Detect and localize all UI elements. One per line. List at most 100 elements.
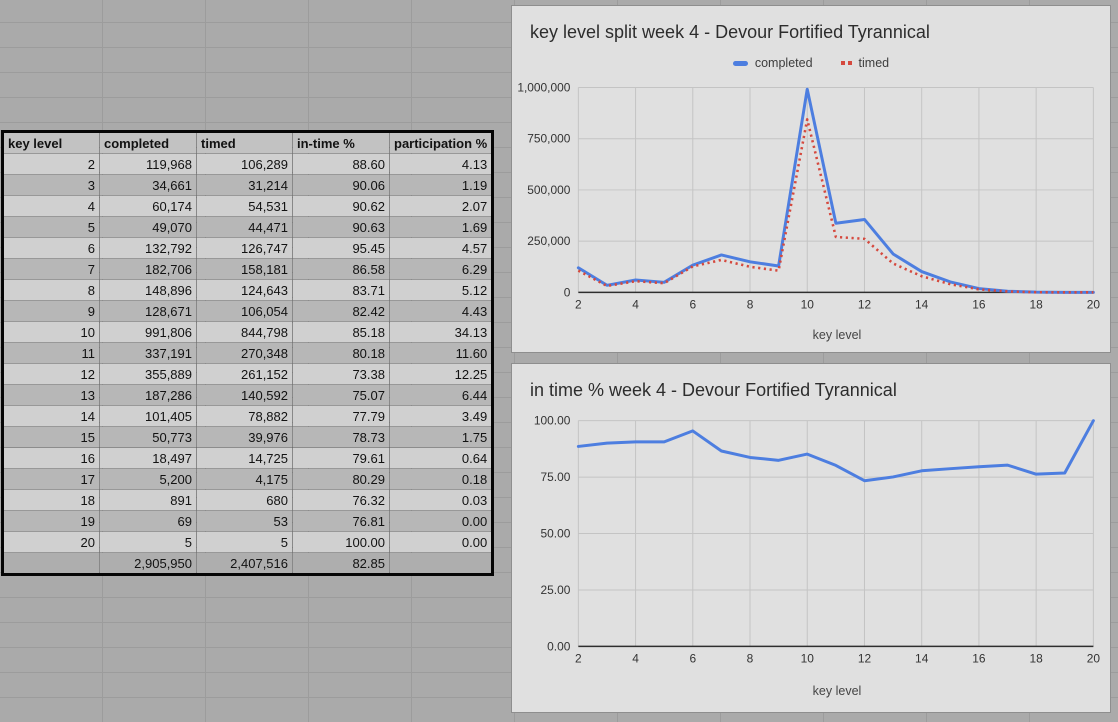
table-cell[interactable]: 11.60 — [389, 342, 493, 364]
table-cell[interactable] — [389, 552, 493, 575]
table-cell[interactable]: 86.58 — [292, 258, 390, 280]
table-cell[interactable]: 16 — [2, 447, 100, 469]
table-cell[interactable]: 76.32 — [292, 489, 390, 511]
table-cell[interactable]: 6.29 — [389, 258, 493, 280]
table-cell[interactable]: 54,531 — [196, 195, 293, 217]
table-cell[interactable]: 5 — [196, 531, 293, 553]
table-cell[interactable]: 4.57 — [389, 237, 493, 259]
table-cell[interactable]: 39,976 — [196, 426, 293, 448]
table-cell[interactable]: 100.00 — [292, 531, 390, 553]
table-cell[interactable]: 0.00 — [389, 510, 493, 532]
table-cell[interactable]: 6.44 — [389, 384, 493, 406]
table-cell[interactable]: 3.49 — [389, 405, 493, 427]
table-cell[interactable]: 2.07 — [389, 195, 493, 217]
table-cell[interactable]: 14 — [2, 405, 100, 427]
table-cell[interactable]: 5,200 — [99, 468, 197, 490]
table-cell[interactable]: 2,905,950 — [99, 552, 197, 575]
table-cell[interactable]: 3 — [2, 174, 100, 196]
table-cell[interactable]: 4 — [2, 195, 100, 217]
table-cell[interactable]: 18,497 — [99, 447, 197, 469]
table-cell[interactable]: 77.79 — [292, 405, 390, 427]
column-header[interactable]: timed — [196, 131, 293, 154]
table-cell[interactable]: 9 — [2, 300, 100, 322]
table-cell[interactable]: 34.13 — [389, 321, 493, 343]
table-cell[interactable]: 5 — [99, 531, 197, 553]
table-cell[interactable]: 82.85 — [292, 552, 390, 575]
table-cell[interactable]: 270,348 — [196, 342, 293, 364]
table-cell[interactable]: 10 — [2, 321, 100, 343]
table-cell[interactable]: 73.38 — [292, 363, 390, 385]
table-cell[interactable]: 1.75 — [389, 426, 493, 448]
table-cell[interactable]: 14,725 — [196, 447, 293, 469]
table-cell[interactable]: 8 — [2, 279, 100, 301]
table-cell[interactable]: 844,798 — [196, 321, 293, 343]
table-cell[interactable]: 124,643 — [196, 279, 293, 301]
table-cell[interactable]: 19 — [2, 510, 100, 532]
table-cell[interactable]: 1.19 — [389, 174, 493, 196]
table-cell[interactable]: 0.03 — [389, 489, 493, 511]
table-cell[interactable]: 891 — [99, 489, 197, 511]
table-cell[interactable]: 337,191 — [99, 342, 197, 364]
table-cell[interactable]: 126,747 — [196, 237, 293, 259]
table-cell[interactable]: 119,968 — [99, 153, 197, 175]
table-cell[interactable]: 80.18 — [292, 342, 390, 364]
table-cell[interactable]: 158,181 — [196, 258, 293, 280]
table-cell[interactable]: 106,289 — [196, 153, 293, 175]
table-cell[interactable]: 4,175 — [196, 468, 293, 490]
table-cell[interactable]: 101,405 — [99, 405, 197, 427]
table-cell[interactable]: 49,070 — [99, 216, 197, 238]
table-cell[interactable]: 18 — [2, 489, 100, 511]
table-cell[interactable]: 85.18 — [292, 321, 390, 343]
table-cell[interactable]: 4.13 — [389, 153, 493, 175]
table-cell[interactable]: 680 — [196, 489, 293, 511]
table-cell[interactable]: 0.64 — [389, 447, 493, 469]
table-cell[interactable]: 78.73 — [292, 426, 390, 448]
table-cell[interactable]: 5 — [2, 216, 100, 238]
table-cell[interactable]: 34,661 — [99, 174, 197, 196]
column-header[interactable]: in-time % — [292, 131, 390, 154]
table-cell[interactable]: 13 — [2, 384, 100, 406]
table-cell[interactable]: 88.60 — [292, 153, 390, 175]
table-cell[interactable] — [2, 552, 100, 575]
table-cell[interactable]: 90.06 — [292, 174, 390, 196]
chart-in-time-pct[interactable]: 2 4 6 8 10 12 14 16 18 20 0.00 25.00 50.00 75.00 100.0… — [511, 363, 1111, 713]
table-cell[interactable]: 82.42 — [292, 300, 390, 322]
table-cell[interactable]: 148,896 — [99, 279, 197, 301]
table-cell[interactable]: 261,152 — [196, 363, 293, 385]
table-cell[interactable]: 182,706 — [99, 258, 197, 280]
table-cell[interactable]: 50,773 — [99, 426, 197, 448]
table-cell[interactable]: 60,174 — [99, 195, 197, 217]
table-cell[interactable]: 80.29 — [292, 468, 390, 490]
table-cell[interactable]: 106,054 — [196, 300, 293, 322]
table-cell[interactable]: 95.45 — [292, 237, 390, 259]
table-cell[interactable]: 90.62 — [292, 195, 390, 217]
table-cell[interactable]: 90.63 — [292, 216, 390, 238]
table-cell[interactable]: 53 — [196, 510, 293, 532]
table-cell[interactable]: 187,286 — [99, 384, 197, 406]
table-cell[interactable]: 0.00 — [389, 531, 493, 553]
table-cell[interactable]: 17 — [2, 468, 100, 490]
table-cell[interactable]: 11 — [2, 342, 100, 364]
table-cell[interactable]: 2,407,516 — [196, 552, 293, 575]
table-cell[interactable]: 76.81 — [292, 510, 390, 532]
table-cell[interactable]: 6 — [2, 237, 100, 259]
table-cell[interactable]: 83.71 — [292, 279, 390, 301]
table-cell[interactable]: 78,882 — [196, 405, 293, 427]
table-cell[interactable]: 44,471 — [196, 216, 293, 238]
table-cell[interactable]: 355,889 — [99, 363, 197, 385]
table-cell[interactable]: 132,792 — [99, 237, 197, 259]
table-cell[interactable]: 4.43 — [389, 300, 493, 322]
table-cell[interactable]: 20 — [2, 531, 100, 553]
table-cell[interactable]: 75.07 — [292, 384, 390, 406]
table-cell[interactable]: 7 — [2, 258, 100, 280]
table-cell[interactable]: 128,671 — [99, 300, 197, 322]
table-cell[interactable]: 0.18 — [389, 468, 493, 490]
table-cell[interactable]: 5.12 — [389, 279, 493, 301]
table-cell[interactable]: 69 — [99, 510, 197, 532]
table-cell[interactable]: 31,214 — [196, 174, 293, 196]
table-cell[interactable]: 12 — [2, 363, 100, 385]
table-cell[interactable]: 1.69 — [389, 216, 493, 238]
table-cell[interactable]: 991,806 — [99, 321, 197, 343]
column-header[interactable]: participation % — [389, 131, 493, 154]
chart-key-level-split[interactable]: 2 4 6 8 10 12 14 16 18 20 0 250,000 500,000 750,000 1,… — [511, 5, 1111, 353]
